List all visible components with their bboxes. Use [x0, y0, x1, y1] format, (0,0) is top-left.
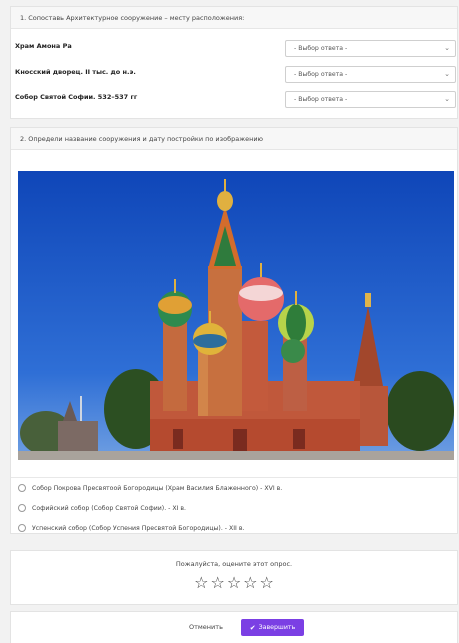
question-2-card: 2. Определи название сооружения и дату п…: [10, 127, 458, 534]
rating-prompt: Пожалуйста, оцените этот опрос.: [175, 560, 293, 568]
answer-select[interactable]: - Выбор ответа - ⌄: [285, 91, 456, 108]
match-row: Храм Амона Ра - Выбор ответа - ⌄: [11, 40, 457, 60]
answer-select[interactable]: - Выбор ответа - ⌄: [285, 66, 456, 83]
match-label: Кносский дворец. II тыс. до н.э.: [15, 68, 136, 76]
rating-card: Пожалуйста, оцените этот опрос. ☆ ☆ ☆ ☆ …: [10, 550, 458, 605]
select-value: - Выбор ответа -: [294, 71, 348, 78]
star-icon[interactable]: ☆: [194, 575, 208, 591]
star-icon[interactable]: ☆: [243, 575, 257, 591]
match-row: Собор Святой Софии. 532–537 гг - Выбор о…: [11, 91, 457, 111]
chevron-down-icon: ⌄: [444, 44, 450, 52]
answer-option[interactable]: Успенский собор (Собор Успения Пресвятой…: [18, 521, 244, 535]
match-label: Собор Святой Софии. 532–537 гг: [15, 93, 138, 101]
chevron-down-icon: ⌄: [444, 95, 450, 103]
select-value: - Выбор ответа -: [294, 45, 348, 52]
option-label: Собор Покрова Пресвятоой Богородицы (Хра…: [32, 484, 283, 492]
question-1-title: 1. Сопоставь Архитектурное сооружение – …: [11, 7, 457, 29]
star-icon[interactable]: ☆: [260, 575, 274, 591]
question-1-card: 1. Сопоставь Архитектурное сооружение – …: [10, 6, 458, 119]
answer-option[interactable]: Собор Покрова Пресвятоой Богородицы (Хра…: [18, 481, 282, 495]
star-icon[interactable]: ☆: [210, 575, 224, 591]
footer-bar: Отменить ✔ Завершить: [10, 611, 458, 643]
select-value: - Выбор ответа -: [294, 96, 348, 103]
radio-button[interactable]: [18, 504, 26, 512]
cancel-button[interactable]: Отменить: [189, 623, 223, 631]
star-icon[interactable]: ☆: [227, 575, 241, 591]
match-label: Храм Амона Ра: [15, 42, 72, 50]
check-icon: ✔: [249, 623, 256, 632]
match-row: Кносский дворец. II тыс. до н.э. - Выбор…: [11, 66, 457, 86]
option-label: Успенский собор (Собор Успения Пресвятой…: [32, 524, 245, 532]
star-rating: ☆ ☆ ☆ ☆ ☆: [11, 575, 457, 591]
radio-button[interactable]: [18, 524, 26, 532]
answer-option[interactable]: Софийский собор (Собор Святой Софии). - …: [18, 501, 186, 515]
option-label: Софийский собор (Собор Святой Софии). - …: [32, 504, 186, 512]
finish-label: Завершить: [258, 624, 296, 631]
question-2-title: 2. Определи название сооружения и дату п…: [11, 128, 457, 150]
divider: [11, 477, 457, 478]
cathedral-image: [18, 171, 454, 460]
radio-button[interactable]: [18, 484, 26, 492]
chevron-down-icon: ⌄: [444, 70, 450, 78]
answer-select[interactable]: - Выбор ответа - ⌄: [285, 40, 456, 57]
finish-button[interactable]: ✔ Завершить: [241, 619, 304, 636]
